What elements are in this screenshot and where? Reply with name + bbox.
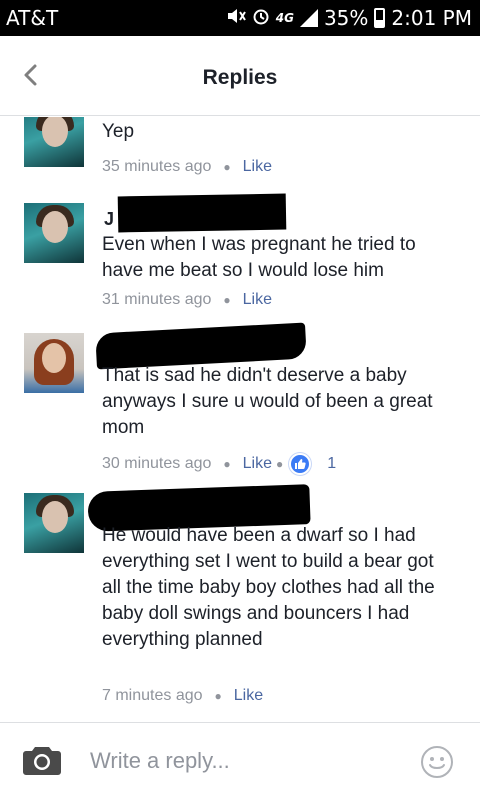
camera-button[interactable] [22, 743, 62, 777]
like-button[interactable]: Like [243, 455, 272, 473]
reply-meta: 30 minutes ago ● Like ● 1 [102, 453, 336, 475]
avatar[interactable] [24, 203, 84, 263]
mute-icon [226, 6, 246, 30]
thumbs-up-icon [289, 453, 312, 475]
reply-input[interactable] [90, 745, 390, 777]
reply-item: That is sad he didn't deserve a baby any… [0, 322, 480, 485]
network-type: 4G [275, 11, 294, 25]
page-title: Replies [202, 66, 278, 89]
avatar[interactable] [24, 117, 84, 167]
battery-percent: 35% [323, 6, 369, 30]
carrier-label: AT&T [6, 6, 59, 30]
reaction-count: 1 [327, 455, 337, 472]
separator-dot: ● [223, 457, 231, 471]
signal-icon [299, 9, 318, 27]
avatar[interactable] [24, 333, 84, 393]
author-name[interactable]: J [104, 209, 114, 230]
reaction-summary[interactable]: 1 [287, 453, 336, 475]
avatar[interactable] [24, 493, 84, 553]
clock: 2:01 PM [391, 6, 472, 30]
reply-meta: 31 minutes ago ● Like [102, 291, 272, 309]
separator-dot: ● [214, 689, 222, 703]
smiley-icon [421, 746, 453, 778]
separator-dot: ● [223, 293, 231, 307]
reply-time: 30 minutes ago [102, 455, 212, 472]
reply-text: Yep [102, 121, 135, 142]
reply-composer [0, 722, 480, 800]
replies-list[interactable]: Yep 35 minutes ago ● Like J Even when I … [0, 117, 480, 722]
emoji-button[interactable] [420, 745, 454, 779]
separator-dot: ● [276, 457, 284, 471]
alarm-icon [252, 6, 270, 30]
reply-text: That is sad he didn't deserve a baby any… [102, 365, 433, 438]
like-button[interactable]: Like [243, 291, 272, 309]
status-icons: 4G 35% 2:01 PM [226, 6, 472, 30]
reply-time: 7 minutes ago [102, 687, 203, 704]
reply-text: He would have been a dwarf so I had ever… [102, 525, 435, 650]
like-button[interactable]: Like [234, 687, 263, 705]
reply-item: Yep 35 minutes ago ● Like [0, 117, 480, 197]
reply-meta: 35 minutes ago ● Like [102, 158, 272, 176]
reply-meta: 7 minutes ago ● Like [102, 687, 263, 705]
reply-item: J Even when I was pregnant he tried to h… [0, 193, 480, 325]
camera-icon [23, 747, 61, 775]
redacted-name [117, 193, 287, 233]
reply-item: He would have been a dwarf so I had ever… [0, 484, 480, 715]
status-bar: AT&T 4G 35% 2:01 PM [0, 0, 480, 36]
like-button[interactable]: Like [243, 158, 272, 176]
battery-icon [374, 8, 386, 28]
reply-time: 35 minutes ago [102, 158, 212, 175]
separator-dot: ● [223, 160, 231, 174]
reply-time: 31 minutes ago [102, 291, 212, 308]
replies-header: Replies [0, 36, 480, 116]
reply-text: Even when I was pregnant he tried to hav… [102, 234, 416, 281]
